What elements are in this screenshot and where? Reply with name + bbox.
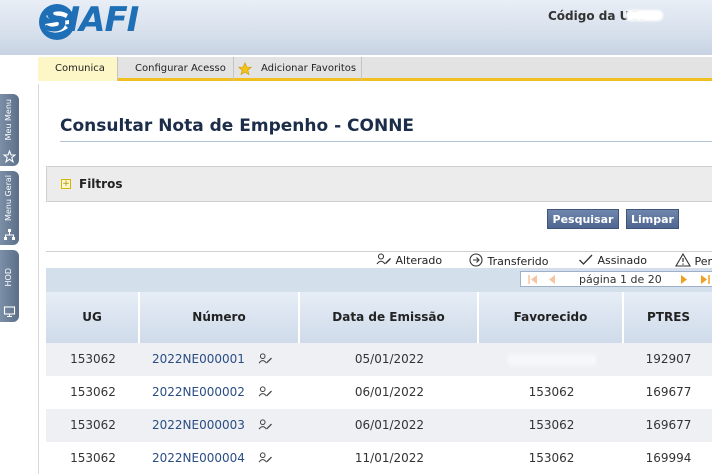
pager-bar: página 1 de 20 (46, 268, 712, 292)
table-row[interactable]: 153062 2022NE000001 05/01/2022 192907 (46, 343, 712, 376)
user-edit-icon (258, 419, 272, 430)
clear-button[interactable]: Limpar (626, 209, 679, 229)
status-legend: Alterado Transferido Assinado Pen (46, 251, 712, 268)
cell-ug: 153062 (70, 352, 116, 366)
page-indicator: página 1 de 20 (579, 273, 662, 286)
tab-label: Comunica (55, 63, 105, 74)
empenho-number-link[interactable]: 2022NE000003 (152, 418, 245, 432)
user-edit-icon (258, 386, 272, 397)
cell-numero[interactable]: 2022NE000002 (152, 376, 300, 409)
cell-data-emissao: 11/01/2022 (354, 451, 425, 465)
cell-ptres: 169677 (645, 385, 692, 399)
first-page-icon[interactable] (527, 274, 539, 285)
cell-numero[interactable]: 2022NE000001 (152, 343, 300, 376)
tab-configurar-acesso[interactable]: Configurar Acesso (118, 57, 234, 81)
tab-label: Configurar Acesso (135, 63, 226, 74)
filters-label: Filtros (79, 177, 123, 191)
cell-data-emissao: 05/01/2022 (354, 352, 425, 366)
sitemap-icon (4, 229, 15, 240)
empenho-number-link[interactable]: 2022NE000001 (152, 352, 245, 366)
legend-transferred-label: Transferido (487, 255, 549, 268)
main-content: Consultar Nota de Empenho - CONNE + Filt… (38, 84, 712, 474)
table-row[interactable]: 153062 2022NE000002 06/01/2022 153062 16… (46, 376, 712, 409)
page-title: Consultar Nota de Empenho - CONNE (60, 116, 415, 136)
arrow-circle-icon (469, 253, 483, 267)
legend-signed: Assinado (578, 253, 647, 267)
side-tab-label: HOD (4, 268, 13, 287)
monitor-icon (3, 306, 16, 318)
side-tab-hod[interactable]: HOD (0, 250, 19, 322)
star-icon (238, 62, 252, 76)
legend-altered-label: Alterado (395, 254, 443, 267)
title-divider (60, 141, 712, 142)
cell-favorecido: 153062 (528, 451, 575, 465)
star-outline-icon (3, 150, 16, 163)
cell-ptres: 169677 (645, 418, 692, 432)
empenho-number-link[interactable]: 2022NE000002 (152, 385, 245, 399)
ug-code-value-redacted (625, 10, 663, 21)
top-tab-bar: Comunica Configurar Acesso Adicionar Fav… (38, 57, 712, 81)
next-page-icon[interactable] (679, 274, 689, 285)
table-row[interactable]: 153062 2022NE000004 11/01/2022 153062 16… (46, 442, 712, 474)
checkmark-icon (579, 254, 593, 265)
cell-ug: 153062 (70, 385, 116, 399)
cell-data-emissao: 06/01/2022 (354, 385, 425, 399)
table-header: UG Número Data de Emissão Favorecido PTR… (46, 292, 712, 343)
side-tab-label: Meu Menu (4, 99, 13, 141)
legend-altered: Alterado (376, 253, 442, 267)
legend-transferred: Transferido (469, 253, 549, 268)
logo-text: SIAFI (44, 0, 139, 40)
cell-ptres: 192907 (645, 352, 692, 366)
warning-icon (675, 252, 691, 267)
app-header: SIAFI Código da UG: (0, 0, 712, 55)
legend-pending: Pen (675, 252, 712, 268)
cell-favorecido: 153062 (528, 418, 575, 432)
cell-numero[interactable]: 2022NE000004 (152, 442, 300, 474)
legend-signed-label: Assinado (597, 254, 647, 267)
table-row[interactable]: 153062 2022NE000003 06/01/2022 153062 16… (46, 409, 712, 442)
empenho-number-link[interactable]: 2022NE000004 (152, 451, 245, 465)
side-tab-label: Menu Geral (4, 175, 13, 222)
legend-pending-label: Pen (694, 255, 712, 268)
prev-page-icon[interactable] (547, 274, 557, 285)
cell-ug: 153062 (70, 418, 116, 432)
tab-label: Adicionar Favoritos (261, 63, 357, 74)
column-header-ptres[interactable]: PTRES (624, 292, 712, 343)
cell-ug: 153062 (70, 451, 116, 465)
tab-comunica[interactable]: Comunica (38, 57, 118, 81)
cell-ptres: 169994 (645, 451, 692, 465)
column-header-favorecido[interactable]: Favorecido (479, 292, 624, 343)
user-edit-icon (376, 253, 391, 265)
filters-panel[interactable]: + Filtros (46, 166, 712, 202)
tab-adicionar-favoritos[interactable]: Adicionar Favoritos (234, 57, 362, 81)
cell-favorecido-redacted (479, 343, 624, 376)
expand-icon[interactable]: + (61, 179, 71, 189)
cell-data-emissao: 06/01/2022 (354, 418, 425, 432)
last-page-icon[interactable] (699, 274, 711, 285)
pagination: página 1 de 20 (520, 271, 712, 287)
column-header-data-emissao[interactable]: Data de Emissão (300, 292, 479, 343)
search-button[interactable]: Pesquisar (547, 209, 619, 229)
column-header-numero[interactable]: Número (140, 292, 300, 343)
user-edit-icon (258, 353, 272, 364)
user-edit-icon (258, 452, 272, 463)
cell-numero[interactable]: 2022NE000003 (152, 409, 300, 442)
column-header-ug[interactable]: UG (46, 292, 140, 343)
side-tab-menu-geral[interactable]: Menu Geral (0, 171, 19, 245)
side-tab-meu-menu[interactable]: Meu Menu (0, 94, 19, 166)
cell-favorecido: 153062 (528, 385, 575, 399)
